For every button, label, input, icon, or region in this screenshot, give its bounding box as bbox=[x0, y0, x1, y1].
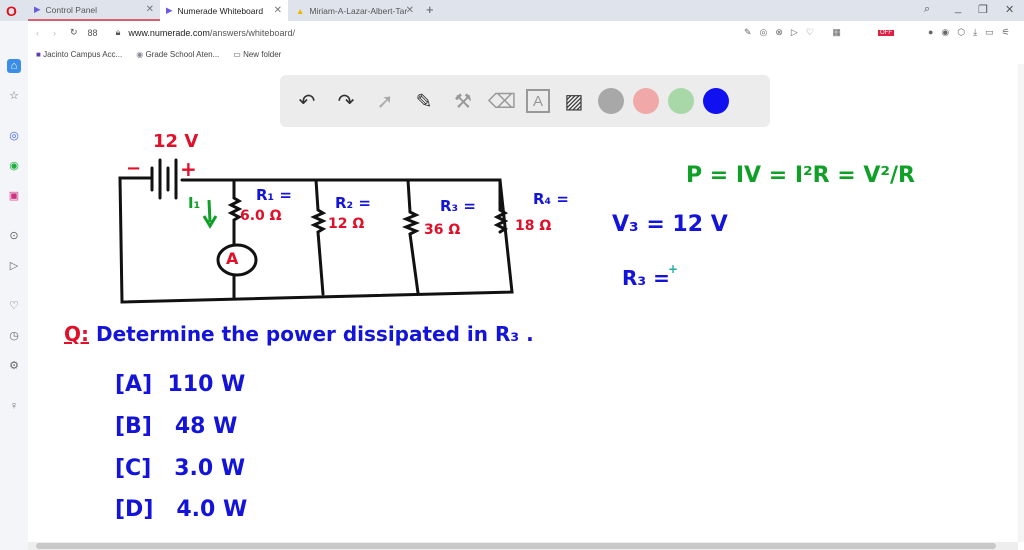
r3-equation: R₃ = bbox=[622, 266, 670, 290]
r4-label: R₄ = bbox=[533, 190, 569, 208]
r3-label: R₃ = bbox=[440, 197, 476, 215]
r1-label: R₁ = bbox=[256, 186, 292, 204]
r2-value: 12 Ω bbox=[328, 216, 365, 232]
option-a[interactable]: [A] 110 W bbox=[115, 372, 245, 397]
r3-value: 36 Ω bbox=[424, 222, 461, 238]
option-b[interactable]: [B] 48 W bbox=[115, 414, 237, 439]
current-arrow-icon bbox=[202, 199, 218, 229]
plus-sign: + bbox=[180, 157, 197, 181]
horizontal-scrollbar[interactable] bbox=[28, 542, 1018, 550]
ammeter-label: A bbox=[226, 249, 239, 268]
resistor-r1 bbox=[227, 178, 243, 300]
cursor-crosshair-icon: + bbox=[668, 262, 679, 276]
question: Q: Determine the power dissipated in R₃ … bbox=[64, 322, 534, 346]
question-text: Determine the power dissipated in R₃ . bbox=[95, 322, 534, 346]
option-d[interactable]: [D] 4.0 W bbox=[115, 497, 247, 522]
battery-voltage-label: 12 V bbox=[153, 131, 199, 152]
v3-equation: V₃ = 12 V bbox=[612, 212, 728, 237]
r4-value: 18 Ω bbox=[515, 218, 552, 234]
scrollbar-thumb[interactable] bbox=[36, 543, 996, 549]
question-label: Q: bbox=[64, 322, 89, 346]
battery-symbol bbox=[150, 158, 178, 200]
minus-sign: − bbox=[126, 158, 142, 179]
resistor-r2 bbox=[310, 178, 327, 296]
resistor-r3 bbox=[401, 178, 421, 295]
r1-value: 6.0 Ω bbox=[240, 208, 282, 224]
power-formula: P = IV = I²R = V²/R bbox=[686, 163, 915, 188]
r2-label: R₂ = bbox=[335, 194, 371, 212]
current-label: I₁ bbox=[188, 194, 201, 212]
option-c[interactable]: [C] 3.0 W bbox=[115, 456, 245, 481]
